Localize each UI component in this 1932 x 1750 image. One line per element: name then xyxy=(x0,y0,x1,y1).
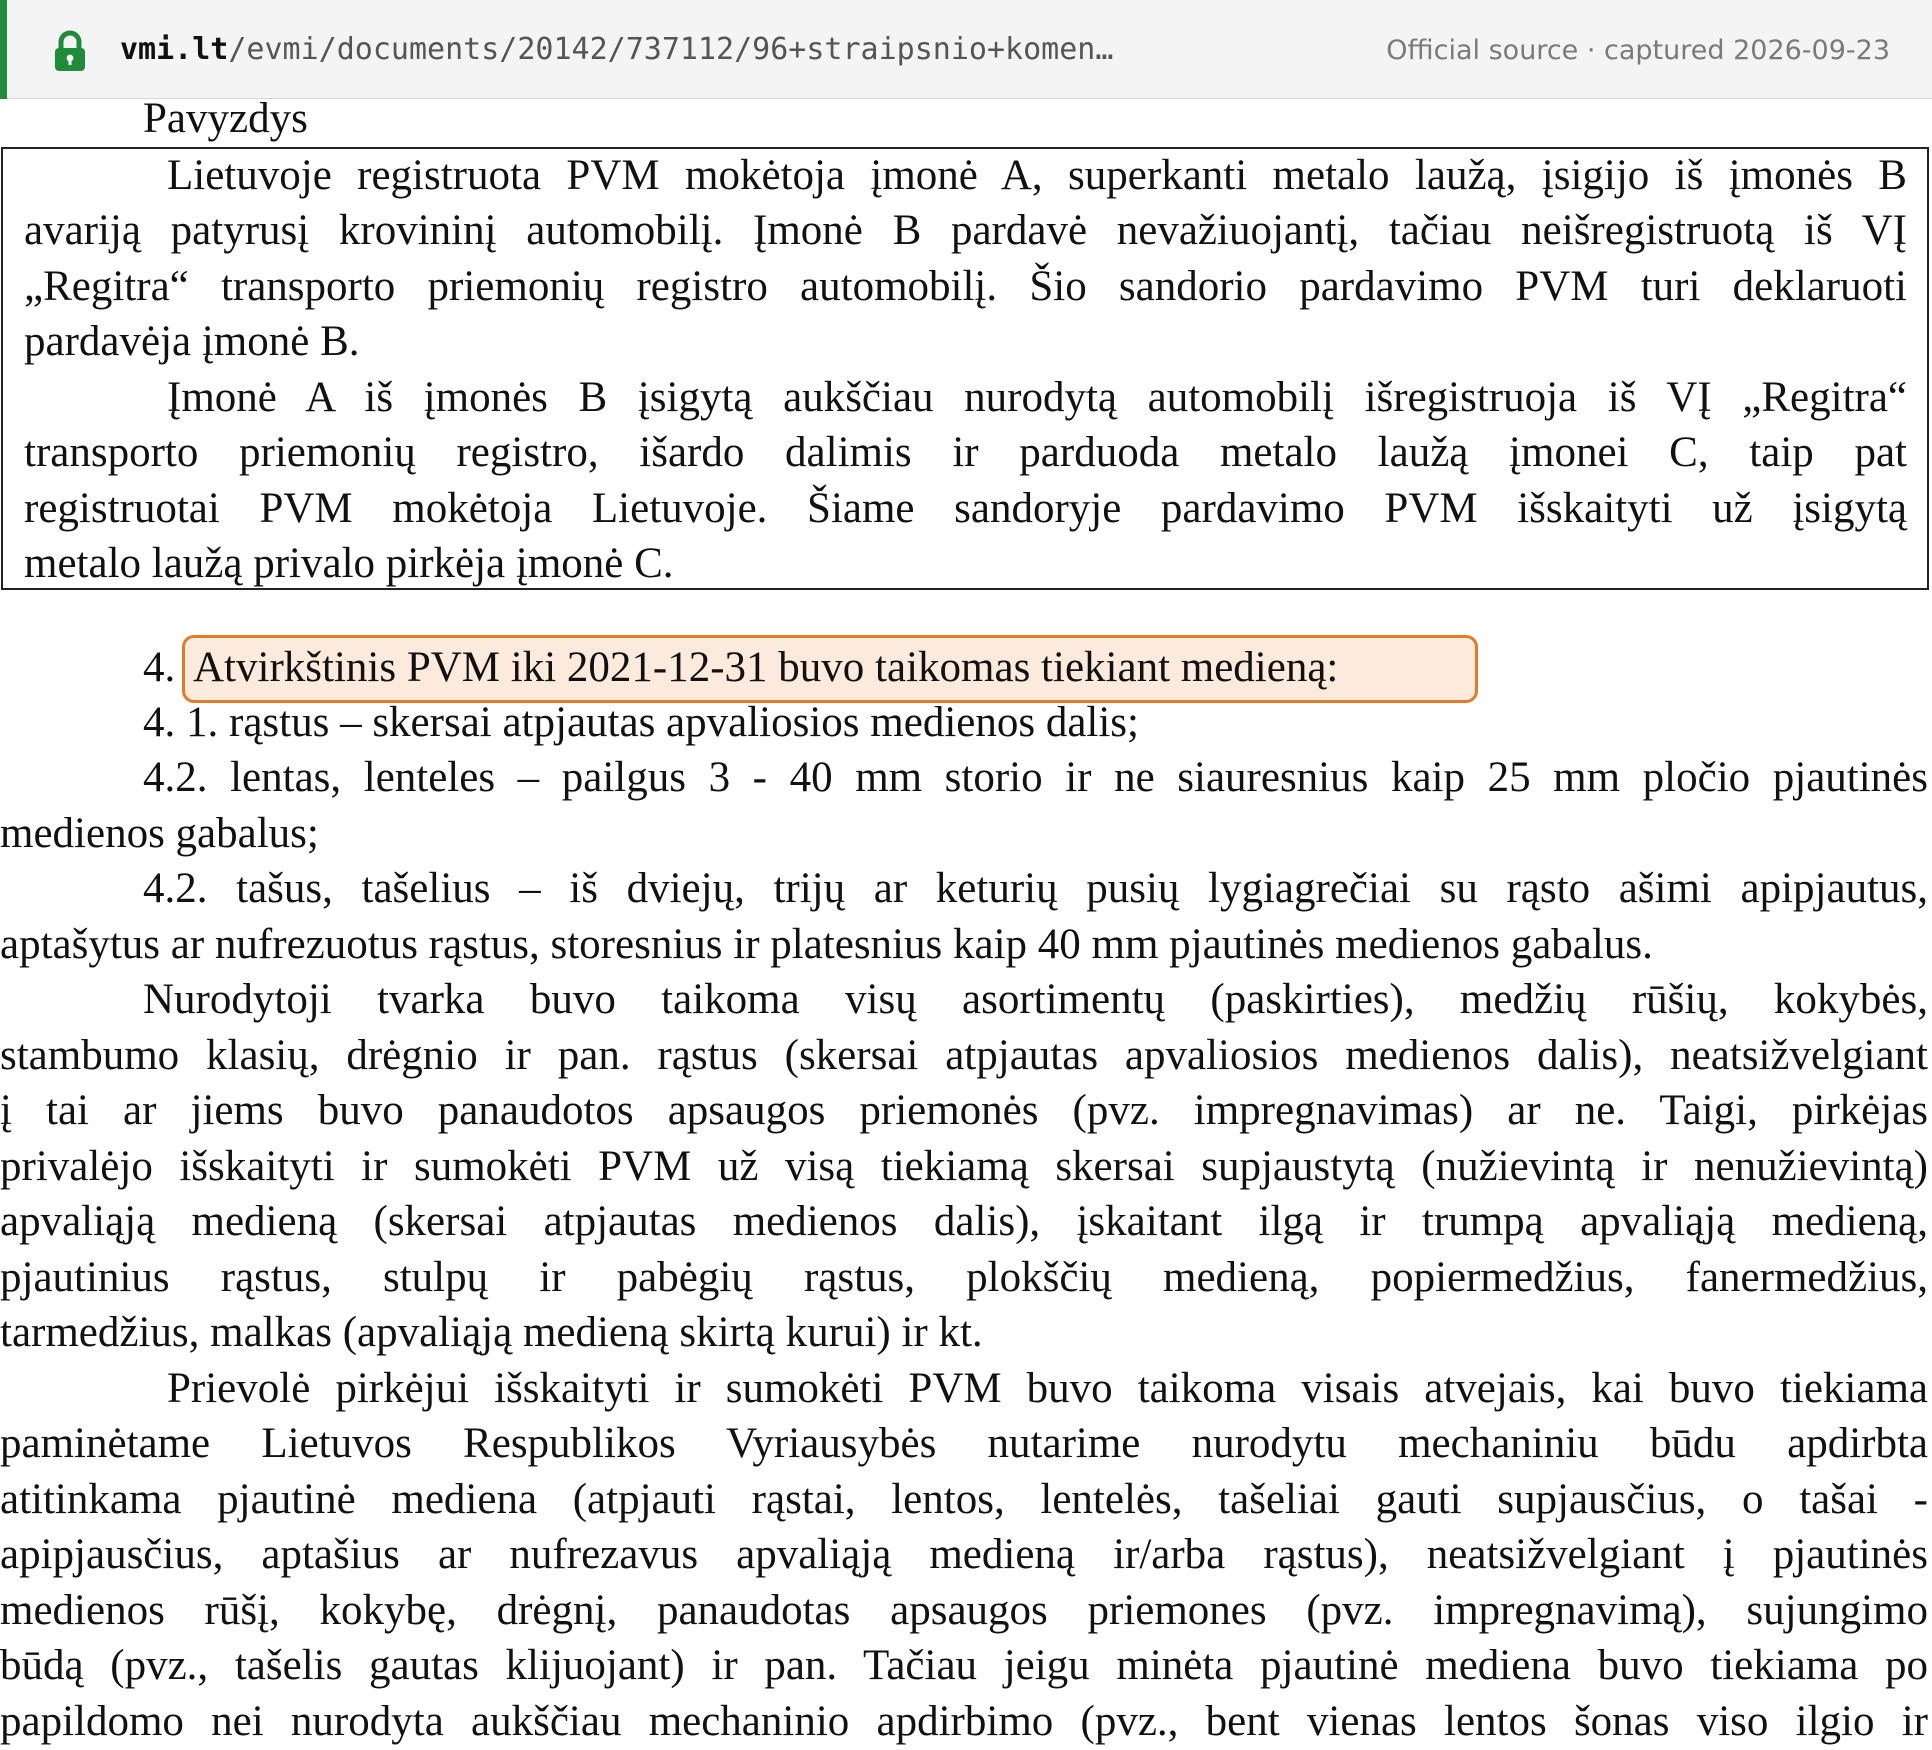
body-line: pjautinius rąstus, stulpų ir pabėgių rąs… xyxy=(0,1254,1928,1301)
body-line: medienos gabalus; xyxy=(0,810,319,857)
lock-icon xyxy=(55,30,85,71)
body-line: tarmedžius, malkas (apvaliąją medieną sk… xyxy=(0,1309,983,1356)
example-line: registruotai PVM mokėtoja Lietuvoje. Šia… xyxy=(24,485,1907,532)
example-line: metalo laužą privalo pirkėja įmonė C. xyxy=(24,540,674,587)
example-line: transporto priemonių registro, išardo da… xyxy=(24,429,1907,476)
url-path: /evmi/documents/20142/737112/96+straipsn… xyxy=(228,32,1114,67)
body-line: apipjausčius, aptašius ar nufrezavus apv… xyxy=(0,1531,1928,1578)
example-line: Lietuvoje registruota PVM mokėtoja įmonė… xyxy=(167,152,1907,199)
section-4-title: Atvirkštinis PVM iki 2021-12-31 buvo tai… xyxy=(193,644,1339,691)
capture-note: Official source · captured 2026-09-23 xyxy=(1386,35,1890,66)
example-line: „Regitra“ transporto priemonių registro … xyxy=(24,263,1907,310)
body-line: papildomo nei nurodyta aukščiau mechanin… xyxy=(0,1698,1928,1745)
body-line: aptašytus ar nufrezuotus rąstus, storesn… xyxy=(0,921,1653,968)
page-url[interactable]: vmi.lt/evmi/documents/20142/737112/96+st… xyxy=(120,30,1113,70)
secure-accent-stripe xyxy=(0,0,7,99)
body-line: 4.2. tašus, tašelius – iš dviejų, trijų … xyxy=(143,865,1928,912)
section-4-number: 4. xyxy=(143,644,176,691)
document-body: Pavyzdys Lietuvoje registruota PVM mokėt… xyxy=(0,99,1932,1750)
example-heading: Pavyzdys xyxy=(143,99,308,142)
body-line: 4.2. lentas, lenteles – pailgus 3 - 40 m… xyxy=(143,754,1928,801)
body-line: stambumo klasių, drėgnio ir pan. rąstus … xyxy=(0,1032,1928,1079)
body-line: atitinkama pjautinė mediena (atpjauti rą… xyxy=(0,1476,1928,1523)
example-line: avariją patyrusį krovininį automobilį. Į… xyxy=(24,207,1907,254)
body-line: 4. 1. rąstus – skersai atpjautas apvalio… xyxy=(143,699,1139,746)
browser-address-bar[interactable]: vmi.lt/evmi/documents/20142/737112/96+st… xyxy=(0,0,1932,99)
body-line: paminėtame Lietuvos Respublikos Vyriausy… xyxy=(0,1420,1928,1467)
body-line: Nurodytoji tvarka buvo taikoma visų asor… xyxy=(143,976,1928,1023)
url-domain: vmi.lt xyxy=(120,32,229,67)
body-line: būdą (pvz., tašelis gautas klijuojant) i… xyxy=(0,1642,1928,1689)
body-line: Prievolė pirkėjui išskaityti ir sumokėti… xyxy=(167,1365,1928,1412)
example-box: Lietuvoje registruota PVM mokėtoja įmonė… xyxy=(1,147,1929,590)
example-line: pardavėja įmonė B. xyxy=(24,318,360,365)
body-line: apvaliąją medieną (skersai atpjautas med… xyxy=(0,1198,1928,1245)
body-line: privalėjo išskaityti ir sumokėti PVM už … xyxy=(0,1143,1928,1190)
example-line: Įmonė A iš įmonės B įsigytą aukščiau nur… xyxy=(167,374,1907,421)
body-line: medienos rūšį, kokybę, drėgnį, panaudota… xyxy=(0,1587,1928,1634)
body-line: į tai ar jiems buvo panaudotos apsaugos … xyxy=(0,1087,1928,1134)
